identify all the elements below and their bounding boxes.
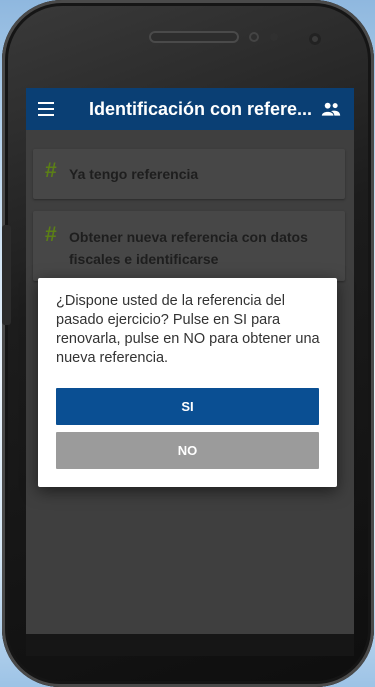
proximity-sensor xyxy=(249,32,259,42)
hash-icon: # xyxy=(45,223,57,246)
option-label: Obtener nueva referencia con datos fisca… xyxy=(69,229,308,267)
front-camera xyxy=(309,33,321,45)
page-title: Identificación con refere... xyxy=(89,99,313,119)
option-new-reference[interactable]: # Obtener nueva referencia con datos fis… xyxy=(33,211,345,281)
dialog-message: ¿Dispone usted de la referencia del pasa… xyxy=(56,293,320,366)
yes-button[interactable]: SI xyxy=(56,388,319,425)
navigation-bar xyxy=(26,634,354,656)
confirm-dialog: ¿Dispone usted de la referencia del pasa… xyxy=(38,278,337,487)
option-label: Ya tengo referencia xyxy=(69,166,199,182)
app-bar: Identificación con refere... xyxy=(26,88,354,130)
earpiece-speaker xyxy=(149,31,239,43)
people-icon[interactable] xyxy=(321,101,341,117)
light-sensor xyxy=(270,33,278,41)
menu-icon[interactable] xyxy=(38,102,54,116)
option-have-reference[interactable]: # Ya tengo referencia xyxy=(33,149,345,199)
no-button[interactable]: NO xyxy=(56,432,319,469)
hash-icon: # xyxy=(45,159,57,182)
side-button xyxy=(2,225,11,325)
